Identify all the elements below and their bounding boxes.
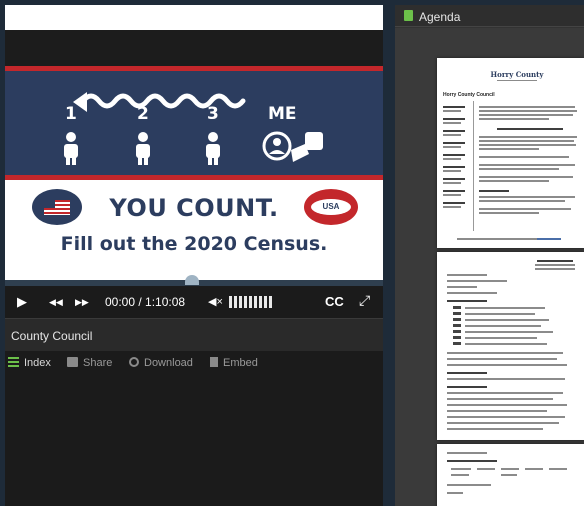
agenda-page-1[interactable]: Horry County Horry County Council [437, 58, 584, 248]
tab-share-label: Share [83, 357, 113, 369]
tab-embed-label: Embed [223, 357, 258, 369]
agenda-page-2[interactable] [437, 252, 584, 440]
column-divider [473, 101, 474, 231]
slide-subline: Fill out the 2020 Census. [60, 233, 328, 255]
fast-forward-icon[interactable]: ▶▶ [75, 297, 89, 308]
agenda-page-3[interactable] [437, 444, 584, 506]
usa-badge-label: USA [311, 199, 351, 215]
embed-icon [210, 357, 218, 367]
county-logo: Horry County [490, 70, 544, 79]
agenda-panel: Agenda Horry County Horry County Council [395, 5, 584, 506]
document-heading: Horry County Council [443, 92, 495, 98]
player-controls: ▶ ◀◀ ▶▶ 00:00 / 1:10:08 ◀× CC ⤢ [5, 286, 383, 318]
tab-index-label: Index [24, 357, 51, 369]
census-slide[interactable]: 1 2 3 ME YOU COUNT. USA Fill out the 202… [5, 66, 383, 280]
share-icon [67, 357, 78, 367]
mute-icon[interactable]: ◀× [208, 295, 223, 308]
logo-rule [497, 80, 537, 81]
player-tabs: Index Share Download Embed [5, 351, 383, 377]
play-icon[interactable]: ▶ [17, 294, 27, 310]
volume-slider[interactable] [229, 296, 273, 308]
fullscreen-icon[interactable]: ⤢ [359, 292, 370, 309]
time-display: 00:00 / 1:10:08 [105, 295, 186, 309]
document-icon [404, 10, 413, 21]
agenda-header: Agenda [395, 5, 584, 27]
video-letterbox-bar [5, 30, 383, 66]
video-title-bar: County Council [5, 318, 383, 351]
tab-embed[interactable]: Embed [210, 357, 258, 369]
tab-download[interactable]: Download [129, 357, 193, 369]
video-title: County Council [11, 329, 93, 343]
agenda-document-viewer[interactable]: Horry County Horry County Council [395, 28, 584, 506]
slide-number-3: 3 [207, 104, 219, 124]
census-illustration [64, 92, 323, 165]
seek-handle[interactable] [185, 275, 199, 285]
closed-captions-button[interactable]: CC [325, 294, 344, 309]
slide-number-2: 2 [137, 104, 149, 124]
index-panel [5, 377, 383, 506]
usa-map-icon: USA [304, 189, 358, 225]
list-icon [8, 357, 19, 367]
agenda-title: Agenda [419, 10, 461, 24]
download-icon [129, 357, 139, 367]
slide-number-1: 1 [65, 104, 77, 124]
tab-download-label: Download [144, 357, 193, 369]
rewind-icon[interactable]: ◀◀ [49, 297, 63, 308]
tab-share[interactable]: Share [67, 357, 112, 369]
video-letterbox-top [5, 5, 383, 30]
tab-index[interactable]: Index [8, 357, 51, 369]
slide-me-label: ME [268, 104, 297, 124]
video-player: 1 2 3 ME YOU COUNT. USA Fill out the 202… [5, 5, 383, 506]
